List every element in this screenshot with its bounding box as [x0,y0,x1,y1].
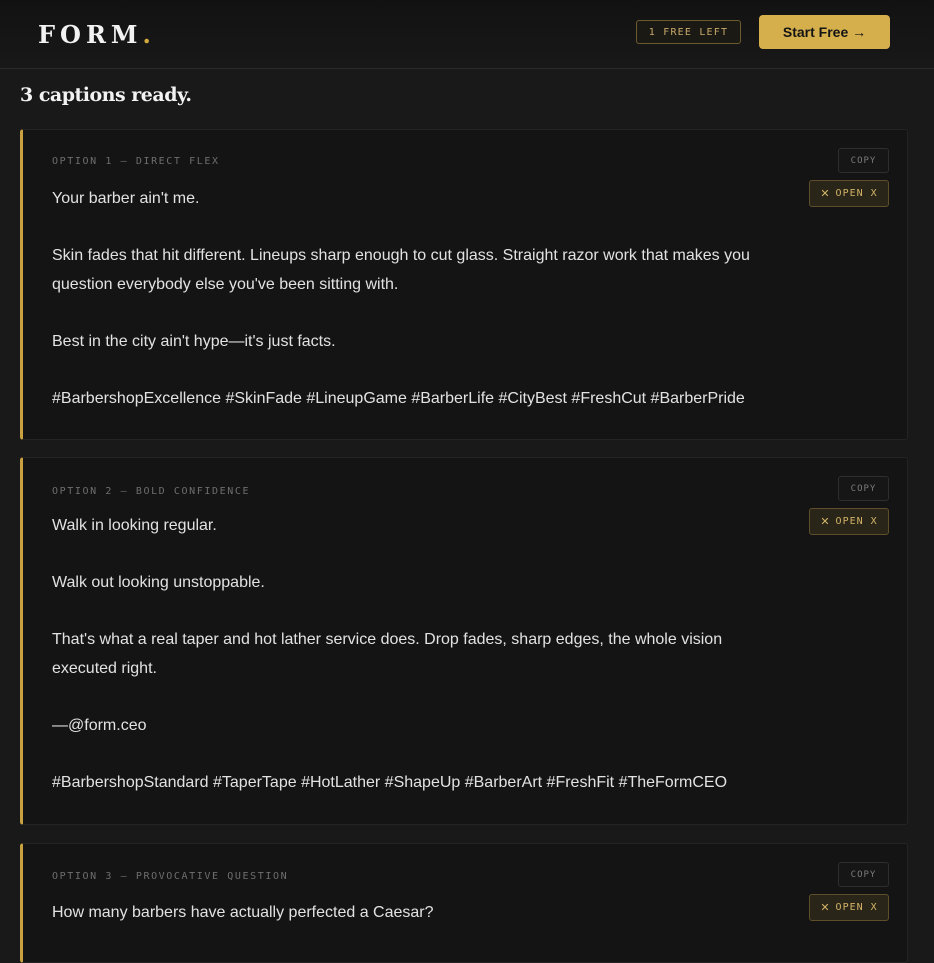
caption-hashtags: #BarbershopStandard #TaperTape #HotLathe… [52,774,728,791]
open-x-label: OPEN X [835,188,878,199]
caption-text: How many barbers have actually perfected… [52,898,752,927]
open-x-button[interactable]: ✕ OPEN X [809,894,889,921]
free-left-badge: 1 FREE LEFT [636,20,741,44]
caption-text: Walk in looking regular. Walk out lookin… [52,511,772,797]
logo[interactable]: FORM. [38,20,151,49]
caption-option-label: OPTION 1 — DIRECT FLEX [52,156,220,167]
caption-paragraph: Skin fades that hit different. Lineups s… [52,247,750,293]
caption-card-3: OPTION 3 — PROVOCATIVE QUESTION COPY ✕ OP… [20,843,908,963]
caption-card-2: OPTION 2 — BOLD CONFIDENCE COPY ✕ OPEN X … [20,457,908,825]
top-bar: FORM. 1 FREE LEFT Start Free → [0,0,934,69]
open-x-button[interactable]: ✕ OPEN X [809,508,889,535]
caption-hashtags: #BarbershopExcellence #SkinFade #LineupG… [52,390,745,407]
start-free-button[interactable]: Start Free → [759,15,890,49]
caption-paragraph: How many barbers have actually perfected… [52,904,434,921]
logo-text: FORM [38,20,143,49]
caption-paragraph: Your barber ain't me. [52,190,200,207]
close-icon: ✕ [820,515,831,528]
open-x-label: OPEN X [835,902,878,913]
caption-paragraph: Walk out looking unstoppable. [52,574,265,591]
caption-paragraph: —@form.ceo [52,717,147,734]
caption-option-label: OPTION 2 — BOLD CONFIDENCE [52,486,251,497]
caption-option-label: OPTION 3 — PROVOCATIVE QUESTION [52,871,289,882]
caption-paragraph: Walk in looking regular. [52,517,217,534]
caption-paragraph: Best in the city ain't hype—it's just fa… [52,333,336,350]
open-x-label: OPEN X [835,516,878,527]
caption-paragraph: That's what a real taper and hot lather … [52,631,723,677]
logo-dot: . [142,20,151,49]
close-icon: ✕ [820,187,831,200]
close-icon: ✕ [820,901,831,914]
copy-button[interactable]: COPY [838,476,889,501]
open-x-button[interactable]: ✕ OPEN X [809,180,889,207]
caption-card-1: OPTION 1 — DIRECT FLEX COPY ✕ OPEN X Your… [20,129,908,440]
page-title: 3 captions ready. [20,84,192,106]
copy-button[interactable]: COPY [838,148,889,173]
caption-text: Your barber ain't me. Skin fades that hi… [52,184,752,413]
copy-button[interactable]: COPY [838,862,889,887]
